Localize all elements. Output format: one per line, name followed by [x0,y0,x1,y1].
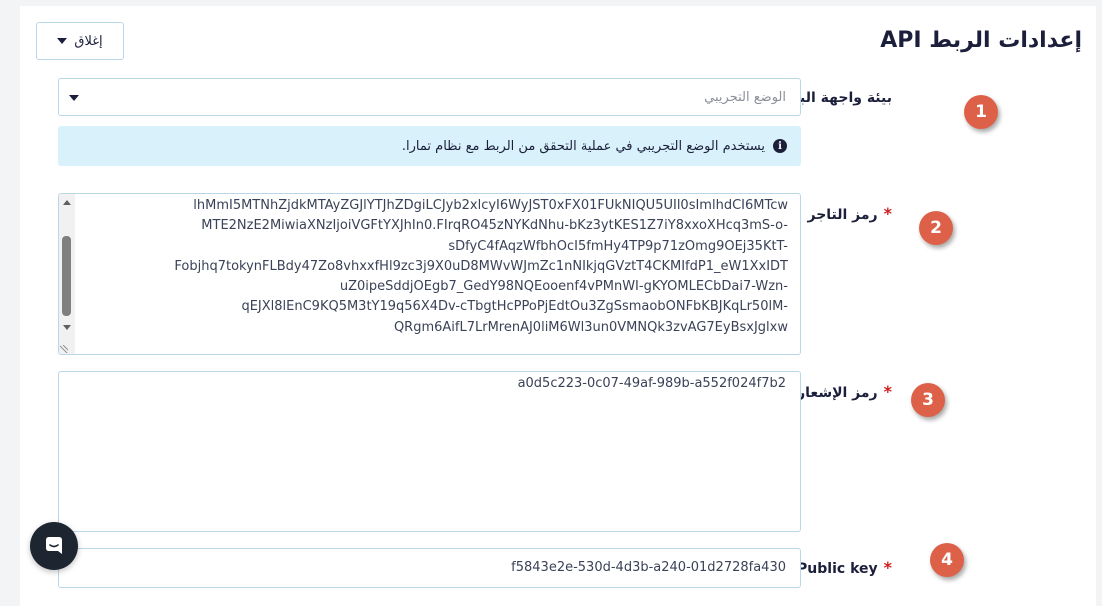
merchant-token-textarea[interactable]: lhMmI5MTNhZjdkMTAyZGJlYTJhZDgiLCJyb2xlcy… [58,193,801,355]
info-circle-icon: i [773,139,787,153]
required-asterisk: * [883,558,892,577]
token-line: qEJXl8lEnC9KQ5M3tY19q56X4Dv-cTbgtHcPPoPj… [241,299,788,315]
required-asterisk: * [883,204,892,223]
caret-down-icon [57,38,68,44]
token-line: lhMmI5MTNhZjdkMTAyZGJlYTJhZDgiLCJyb2xlcy… [193,198,788,213]
merchant-token-text: lhMmI5MTNhZjdkMTAyZGJlYTJhZDgiLCJyb2xlcy… [77,196,788,338]
token-line: QRgm6AifL7LrMrenAJ0liM6Wl3un0VMNQk3zvAG7… [393,319,788,335]
textarea-scrollbar[interactable] [59,194,75,354]
token-line: Fobjhq7tokynFLBdy47Zo8vhxxfHl9zc3j9X0uD8… [174,258,788,274]
info-alert: i يستخدم الوضع التجريبي في عملية التحقق … [58,126,801,166]
chat-launcher-button[interactable] [30,522,78,570]
token-line: uZ0ipeSddjOEgb7_GedY98NQEooenf4vPMnWI-gK… [339,279,788,295]
token-line: MTE2NzE2MiwiaXNzIjoiVGFtYXJhIn0.FIrqRO45… [201,218,788,234]
required-asterisk: * [883,382,892,401]
notification-token-label: *رمز الإشعار [797,382,892,401]
close-button-label: إغلاق [74,33,103,48]
resize-grip-icon[interactable] [60,345,68,353]
scroll-up-arrow-icon[interactable] [63,200,71,205]
step-badge-2: 2 [919,211,953,245]
step-badge-4: 4 [930,543,964,577]
api-environment-select[interactable]: الوضع التجريبي [58,78,801,116]
scroll-down-arrow-icon[interactable] [63,325,71,330]
api-environment-selected-value: الوضع التجريبي [704,90,786,105]
page-title: إعدادات الربط API [880,28,1082,53]
chat-bubble-icon [46,537,62,554]
caret-down-icon [69,95,79,101]
notification-token-value: a0d5c223-0c07-49af-989b-a552f024f7b2 [517,376,786,391]
token-line: sDfyC4fAqzWfbhOcI5fmHy4TP9p71zOmg9OEj35K… [448,238,788,254]
info-message: يستخدم الوضع التجريبي في عملية التحقق من… [401,138,765,154]
public-key-value: f5843e2e-530d-4d3b-a240-01d2728fa430 [511,560,786,575]
public-key-input[interactable]: f5843e2e-530d-4d3b-a240-01d2728fa430 [58,548,801,588]
step-badge-1: 1 [964,95,998,129]
step-badge-3: 3 [911,383,945,417]
close-dropdown-button[interactable]: إغلاق [36,22,124,60]
merchant-token-label: *رمز التاجر [807,204,892,223]
notification-token-textarea[interactable]: a0d5c223-0c07-49af-989b-a552f024f7b2 [58,371,801,532]
scrollbar-thumb[interactable] [62,236,71,316]
public-key-label: *Public key [797,558,892,577]
